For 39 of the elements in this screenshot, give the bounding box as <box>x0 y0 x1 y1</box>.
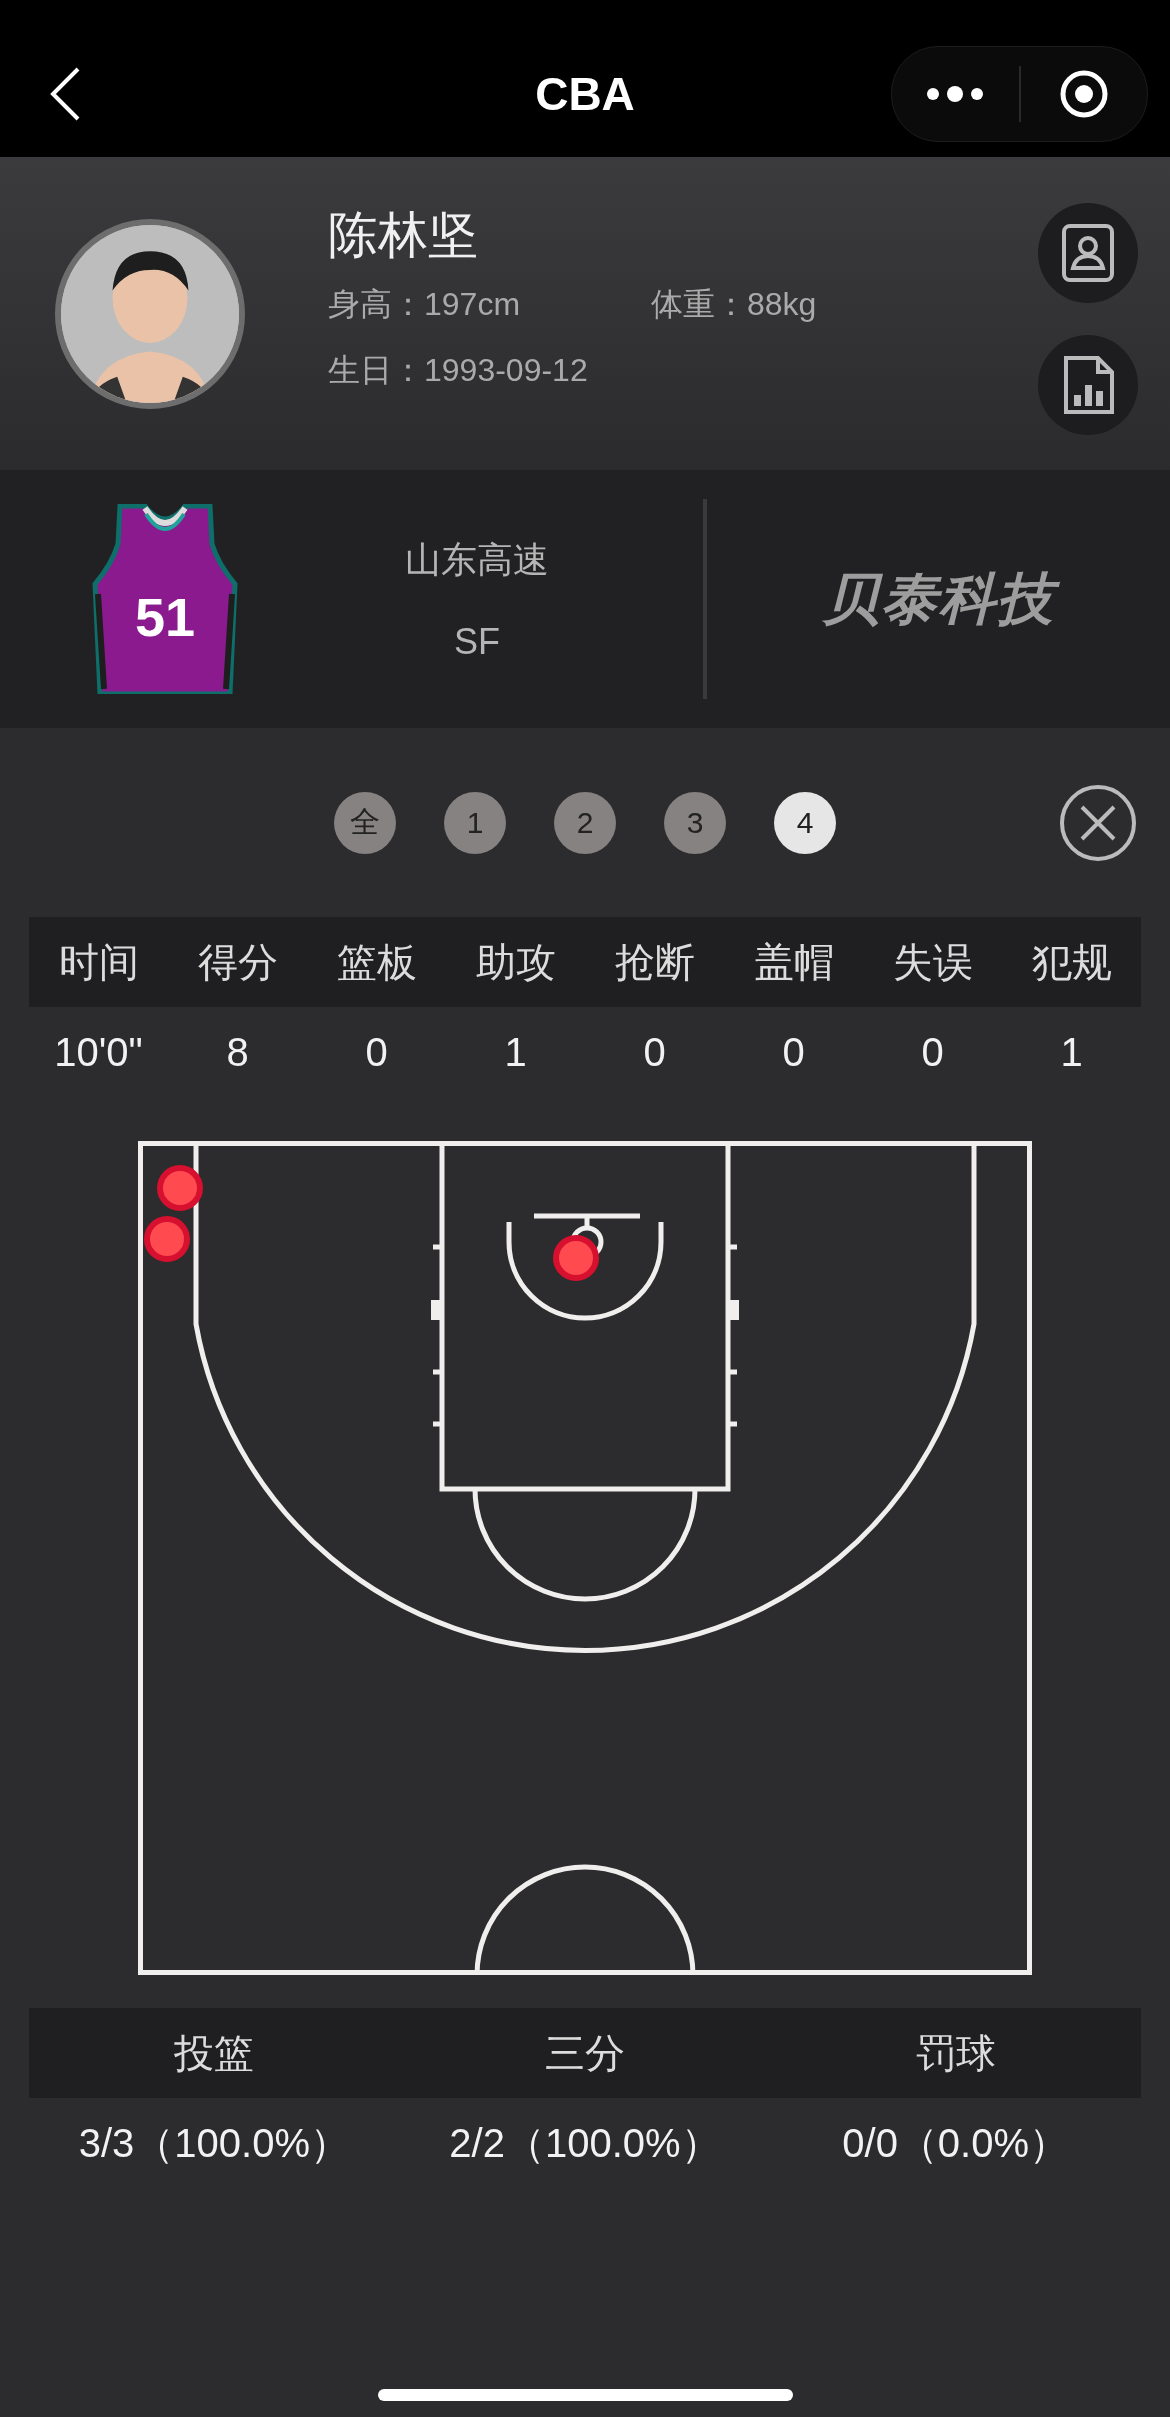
player-height: 身高：197cm <box>328 285 522 324</box>
more-icon[interactable] <box>926 84 985 103</box>
column-header: 助攻 <box>474 938 557 986</box>
table-cell-text: 1 <box>1059 1029 1084 1075</box>
column-header: 得分 <box>196 938 279 986</box>
player-birthday: 生日：1993-09-12 <box>328 351 588 390</box>
table-cell-text: 0 <box>364 1029 389 1075</box>
table-cell-text: 10'0" <box>53 1029 144 1075</box>
column-header: 盖帽 <box>752 938 835 986</box>
column-header: 犯规 <box>1030 938 1113 986</box>
page-title: CBA <box>535 66 635 121</box>
period-tab[interactable]: 3 <box>664 791 726 854</box>
jersey-number: 51 <box>134 587 196 647</box>
table-cell-text: 0 <box>781 1029 806 1075</box>
player-name: 陈林坚 <box>328 206 479 265</box>
column-header: 投篮 <box>173 2029 256 2077</box>
column-header: 篮板 <box>335 938 418 986</box>
table-cell-text: 0 <box>920 1029 945 1075</box>
period-tab[interactable]: 1 <box>444 791 506 854</box>
period-tab[interactable]: 全 <box>334 791 396 854</box>
sponsor-logo: 贝泰科技 <box>806 552 1071 646</box>
table-cell-text: 0/0（0.0%） <box>841 2119 1071 2167</box>
table-cell-text: 2/2（100.0%） <box>448 2119 722 2167</box>
table-cell-text: 3/3（100.0%） <box>77 2119 351 2167</box>
column-header: 时间 <box>57 938 140 986</box>
column-header: 失误 <box>891 938 974 986</box>
back-icon[interactable] <box>48 65 82 122</box>
column-header: 三分 <box>544 2029 626 2077</box>
team-name: 山东高速 <box>405 537 549 582</box>
column-header: 抢断 <box>613 938 696 986</box>
column-header: 罚球 <box>914 2029 997 2077</box>
player-weight: 体重：88kg <box>651 285 817 324</box>
close-icon[interactable] <box>1058 782 1138 863</box>
table-cell-text: 1 <box>503 1029 528 1075</box>
table-cell-text: 8 <box>225 1029 250 1075</box>
period-tab[interactable]: 4 <box>774 791 836 854</box>
table-cell-text: 0 <box>642 1029 667 1075</box>
period-tab[interactable]: 2 <box>554 791 616 854</box>
player-position: SF <box>454 620 500 663</box>
